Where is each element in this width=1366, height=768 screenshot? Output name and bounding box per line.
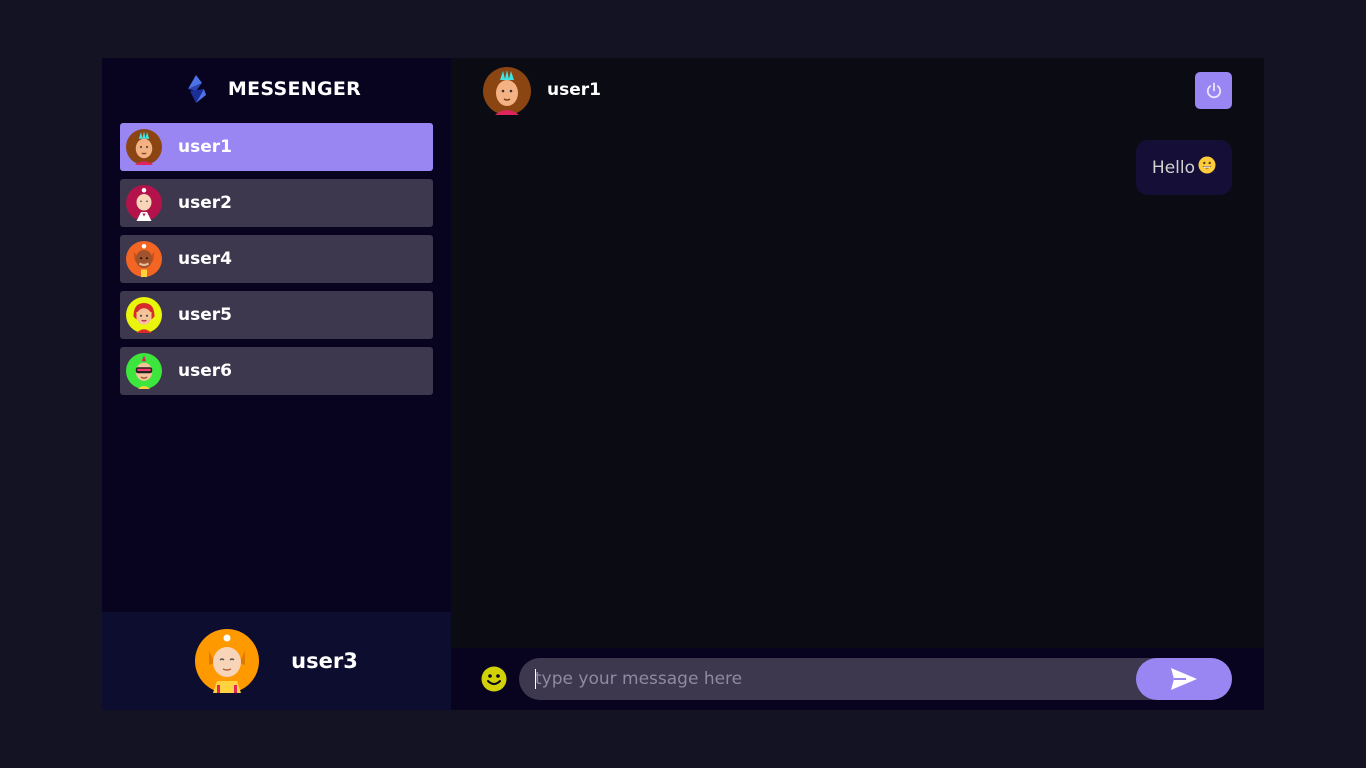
message-composer	[451, 648, 1264, 710]
smiley-icon[interactable]	[481, 666, 507, 692]
message-sent: Hello	[483, 140, 1232, 195]
messenger-logo-icon	[187, 75, 206, 103]
contact-name: user5	[178, 305, 232, 325]
contacts-sidebar: MESSENGER user1 user2 user4 user5 user6 …	[102, 58, 451, 710]
current-user-name: user3	[291, 649, 358, 673]
message-input[interactable]	[519, 658, 1136, 700]
chat-panel: user1 Hello	[451, 58, 1264, 710]
contact-user4[interactable]: user4	[120, 235, 433, 283]
contact-user5[interactable]: user5	[120, 291, 433, 339]
send-button[interactable]	[1136, 658, 1232, 700]
app-title: MESSENGER	[227, 78, 362, 100]
contact-name: user4	[178, 249, 232, 269]
chat-header: user1	[451, 58, 1264, 122]
contact-name: user6	[178, 361, 232, 381]
message-bubble: Hello	[1135, 140, 1232, 195]
message-text: Hello	[1151, 157, 1195, 178]
message-list: Hello	[451, 140, 1264, 195]
logout-button[interactable]	[1195, 72, 1232, 109]
contact-name: user2	[178, 193, 232, 213]
contact-user6[interactable]: user6	[120, 347, 433, 395]
avatar	[126, 297, 162, 333]
contact-name: user1	[178, 137, 232, 157]
messenger-app: MESSENGER user1 user2 user4 user5 user6 …	[102, 58, 1264, 710]
chat-header-avatar	[483, 66, 531, 115]
contact-user2[interactable]: user2	[120, 179, 433, 227]
text-caret	[535, 669, 536, 689]
grinning-emoji-icon	[1198, 156, 1216, 179]
contact-list: user1 user2 user4 user5 user6	[102, 120, 451, 395]
avatar	[126, 353, 162, 389]
avatar	[126, 129, 162, 165]
message-input-container	[519, 658, 1232, 700]
brand: MESSENGER	[102, 58, 451, 120]
power-icon	[1206, 82, 1221, 98]
contact-user1[interactable]: user1	[120, 123, 433, 171]
send-icon	[1171, 668, 1197, 690]
avatar	[126, 185, 162, 221]
avatar	[126, 241, 162, 277]
chat-header-name: user1	[547, 80, 601, 100]
current-user-panel: user3	[102, 612, 451, 710]
current-user-avatar	[195, 629, 260, 693]
